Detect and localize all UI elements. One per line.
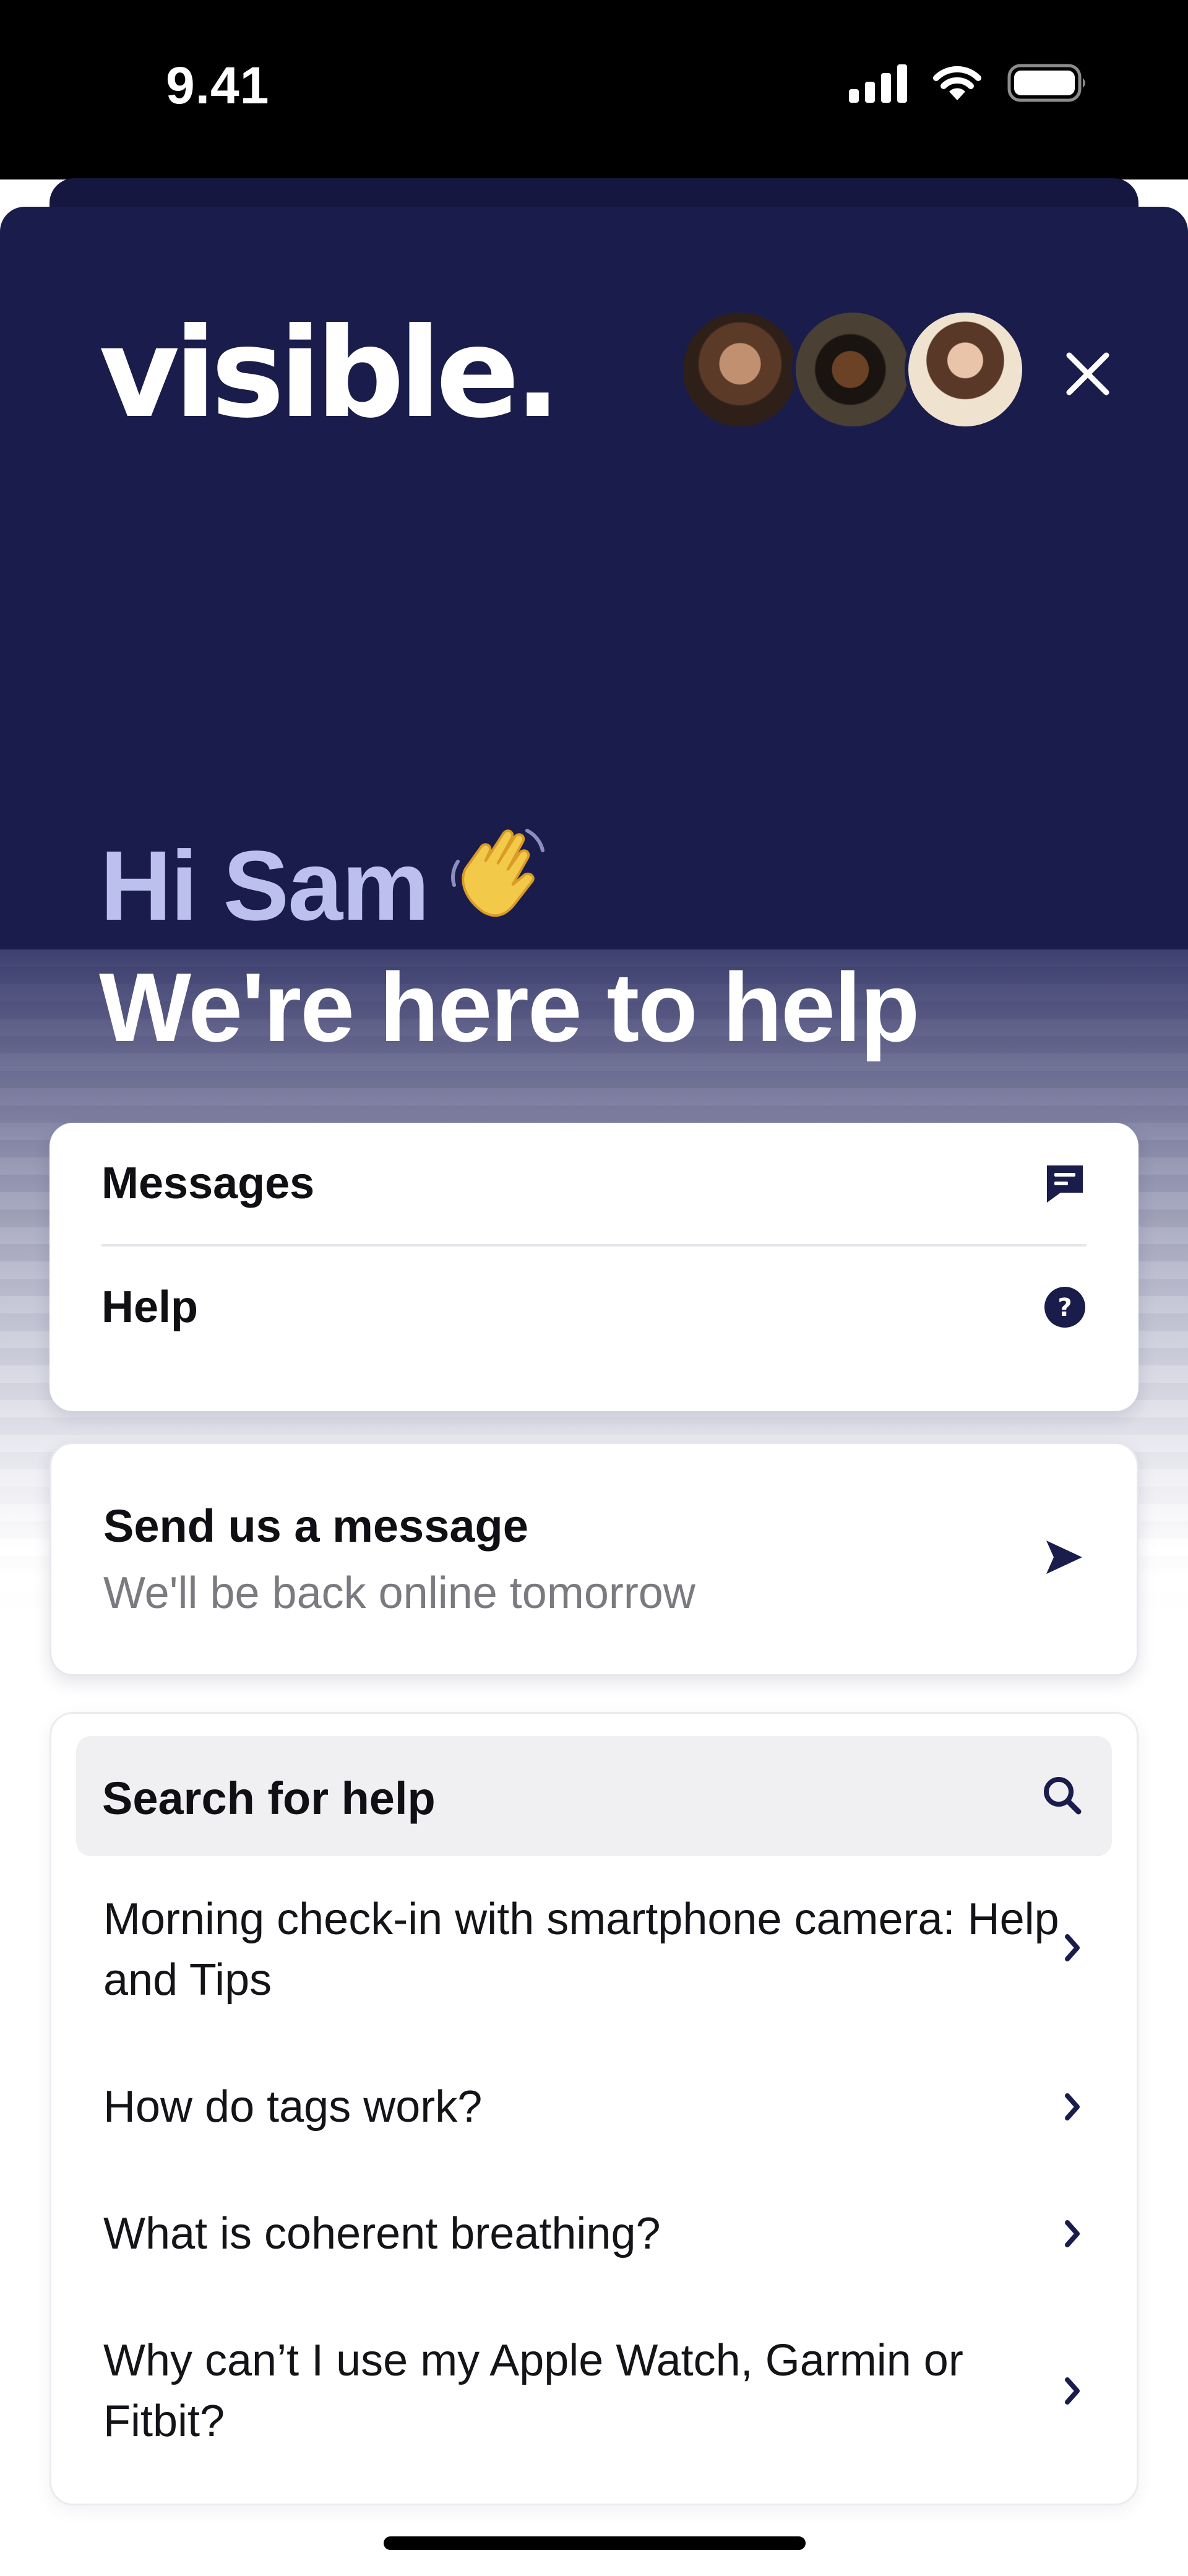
help-article-title: What is coherent breathing? bbox=[103, 2209, 661, 2258]
status-time: 9.41 bbox=[166, 56, 270, 115]
send-message-card[interactable]: Send us a message We'll be back online t… bbox=[50, 1442, 1138, 1676]
help-article-title: Why can’t I use my Apple Watch, Garmin o… bbox=[103, 2336, 963, 2446]
headline: We're here to help bbox=[99, 953, 919, 1062]
status-bar: 9.41 bbox=[0, 0, 1188, 179]
search-help-card: Search for help Morning check-in with sm… bbox=[50, 1712, 1138, 2505]
send-message-subtitle: We'll be back online tomorrow bbox=[103, 1568, 695, 1618]
avatar bbox=[679, 309, 801, 430]
help-article-item[interactable]: Why can’t I use my Apple Watch, Garmin o… bbox=[103, 2330, 982, 2452]
greeting: Hi Sam bbox=[100, 826, 552, 940]
avatar bbox=[792, 309, 913, 430]
help-article-item[interactable]: How do tags work? bbox=[103, 2077, 1087, 2137]
chevron-right-icon bbox=[1065, 2093, 1080, 2120]
nav-item-help[interactable]: Help ? bbox=[101, 1247, 1087, 1368]
cellular-signal-icon bbox=[849, 64, 907, 103]
chevron-right-icon bbox=[1065, 2220, 1080, 2247]
messages-icon bbox=[1047, 1165, 1083, 1203]
help-article-item[interactable]: What is coherent breathing? bbox=[103, 2203, 1087, 2264]
nav-item-messages[interactable]: Messages bbox=[101, 1123, 1087, 1247]
support-team-avatars bbox=[679, 309, 1026, 433]
close-icon[interactable] bbox=[1063, 349, 1113, 399]
waving-hand-icon bbox=[447, 826, 552, 940]
nav-item-label: Help bbox=[101, 1282, 199, 1332]
search-help-bar[interactable]: Search for help bbox=[76, 1736, 1112, 1856]
messenger-sheet: visible. Hi Sam We're here to help Messa… bbox=[0, 207, 1188, 2576]
help-circle-icon: ? bbox=[1044, 1287, 1085, 1328]
wifi-icon bbox=[933, 66, 981, 100]
send-message-title: Send us a message bbox=[103, 1500, 528, 1552]
avatar bbox=[905, 309, 1026, 430]
send-icon bbox=[1046, 1541, 1082, 1574]
battery-icon bbox=[1007, 64, 1085, 102]
svg-text:?: ? bbox=[1057, 1294, 1072, 1322]
chevron-right-icon bbox=[1065, 1934, 1080, 1961]
chevron-right-icon bbox=[1065, 2377, 1080, 2405]
search-icon bbox=[1044, 1777, 1082, 1815]
status-icons bbox=[849, 63, 1089, 103]
brand-logo: visible. bbox=[99, 301, 561, 446]
help-article-item[interactable]: Morning check-in with smartphone camera:… bbox=[103, 1889, 1087, 2010]
search-help-label: Search for help bbox=[102, 1773, 436, 1824]
home-indicator[interactable] bbox=[384, 2536, 806, 2550]
nav-card: Messages Help ? bbox=[50, 1123, 1138, 1411]
help-article-title: How do tags work? bbox=[103, 2082, 483, 2132]
nav-item-label: Messages bbox=[101, 1159, 315, 1208]
greeting-text: Hi Sam bbox=[100, 830, 429, 941]
help-article-title: Morning check-in with smartphone camera:… bbox=[103, 1895, 1059, 2005]
